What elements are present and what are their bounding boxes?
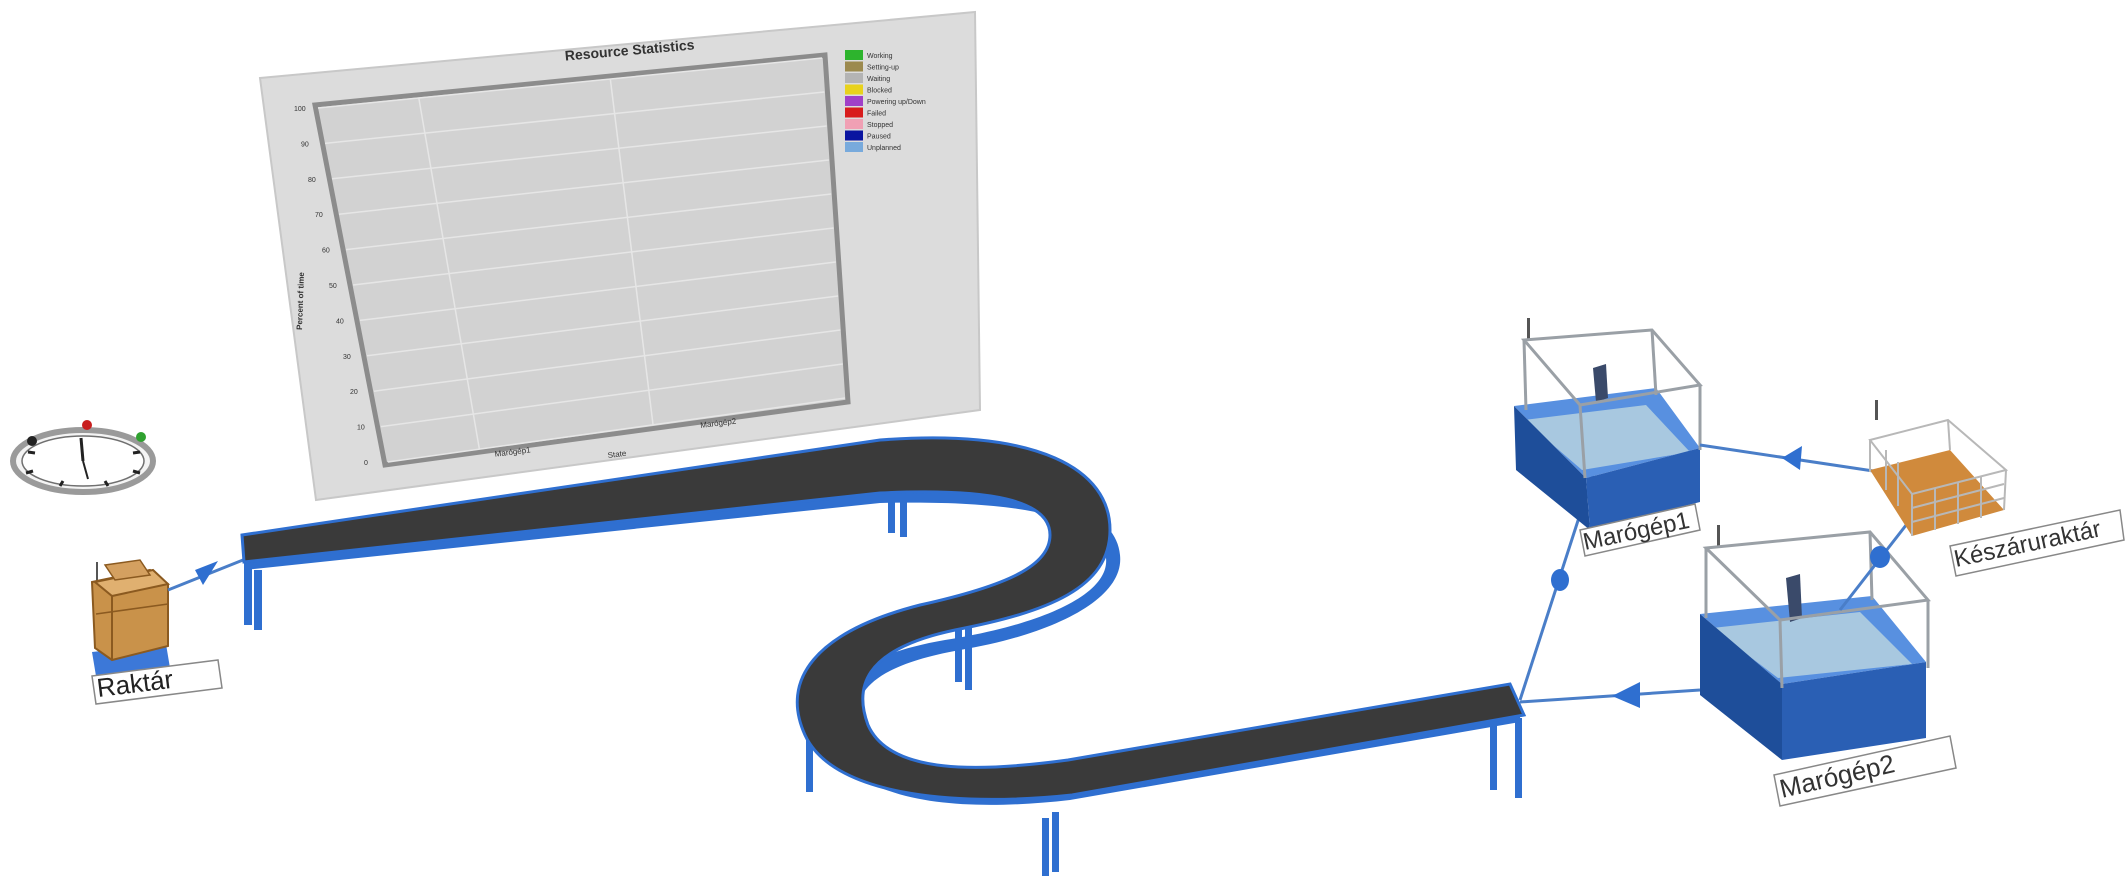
chart-y-tick-label: 70	[315, 212, 323, 219]
chart-legend-swatch	[845, 107, 863, 118]
chart-legend-label: Working	[867, 53, 893, 60]
chart-y-tick-label: 80	[308, 177, 316, 184]
resource-statistics-chart[interactable]: Resource Statistics 01020304050607080901…	[258, 10, 982, 502]
conveyor[interactable]	[240, 436, 1527, 876]
chart-legend-swatch	[845, 130, 863, 141]
chart-legend-label: Unplanned	[867, 145, 901, 152]
chart-y-tick-label: 90	[301, 141, 309, 148]
chart-legend-swatch	[845, 73, 863, 83]
chart-legend-swatch	[845, 84, 863, 95]
chart-y-tick-label: 100	[294, 106, 306, 113]
chart-legend-swatch	[845, 96, 863, 106]
chart-legend-label: Setting-up	[867, 65, 899, 72]
chart-y-tick-label: 30	[343, 354, 351, 361]
chart-legend-label: Blocked	[867, 88, 892, 95]
svg-text:Készáruraktár: Készáruraktár	[1952, 515, 2104, 572]
chart-legend-swatch	[845, 61, 863, 72]
stopwatch-icon[interactable]	[10, 420, 156, 495]
chart-legend-label: Failed	[867, 111, 886, 118]
chart-y-tick-label: 60	[322, 248, 330, 255]
chart-legend-label: Powering up/Down	[867, 99, 926, 106]
connector-marogep1-to-keszaruraktar[interactable]	[1699, 443, 1881, 474]
chart-legend-label: Paused	[867, 134, 891, 141]
chart-legend-swatch	[845, 142, 863, 152]
chart-legend-swatch	[845, 50, 863, 60]
chart-y-tick-label: 40	[336, 318, 344, 325]
connector-conveyor-to-marogep2[interactable]	[1519, 682, 1701, 708]
chart-legend-swatch	[845, 119, 863, 129]
chart-y-tick-label: 0	[364, 460, 368, 467]
chart-y-tick-label: 50	[329, 283, 337, 290]
chart-y-tick-label: 10	[357, 425, 365, 432]
marogep1-machine[interactable]	[1514, 318, 1703, 530]
connector-raktar-to-conveyor[interactable]	[167, 558, 244, 592]
chart-y-tick-label: 20	[350, 389, 358, 396]
keszaruraktar-label: Készáruraktár	[1949, 509, 2125, 577]
chart-legend-label: Waiting	[867, 76, 890, 83]
simulation-3d-view[interactable]: Resource Statistics 01020304050607080901…	[0, 0, 2128, 880]
marogep2-machine[interactable]	[1700, 525, 1931, 760]
keszaruraktar-sink[interactable]	[1868, 400, 2009, 536]
raktar-source[interactable]	[90, 559, 171, 676]
chart-legend-label: Stopped	[867, 122, 893, 129]
